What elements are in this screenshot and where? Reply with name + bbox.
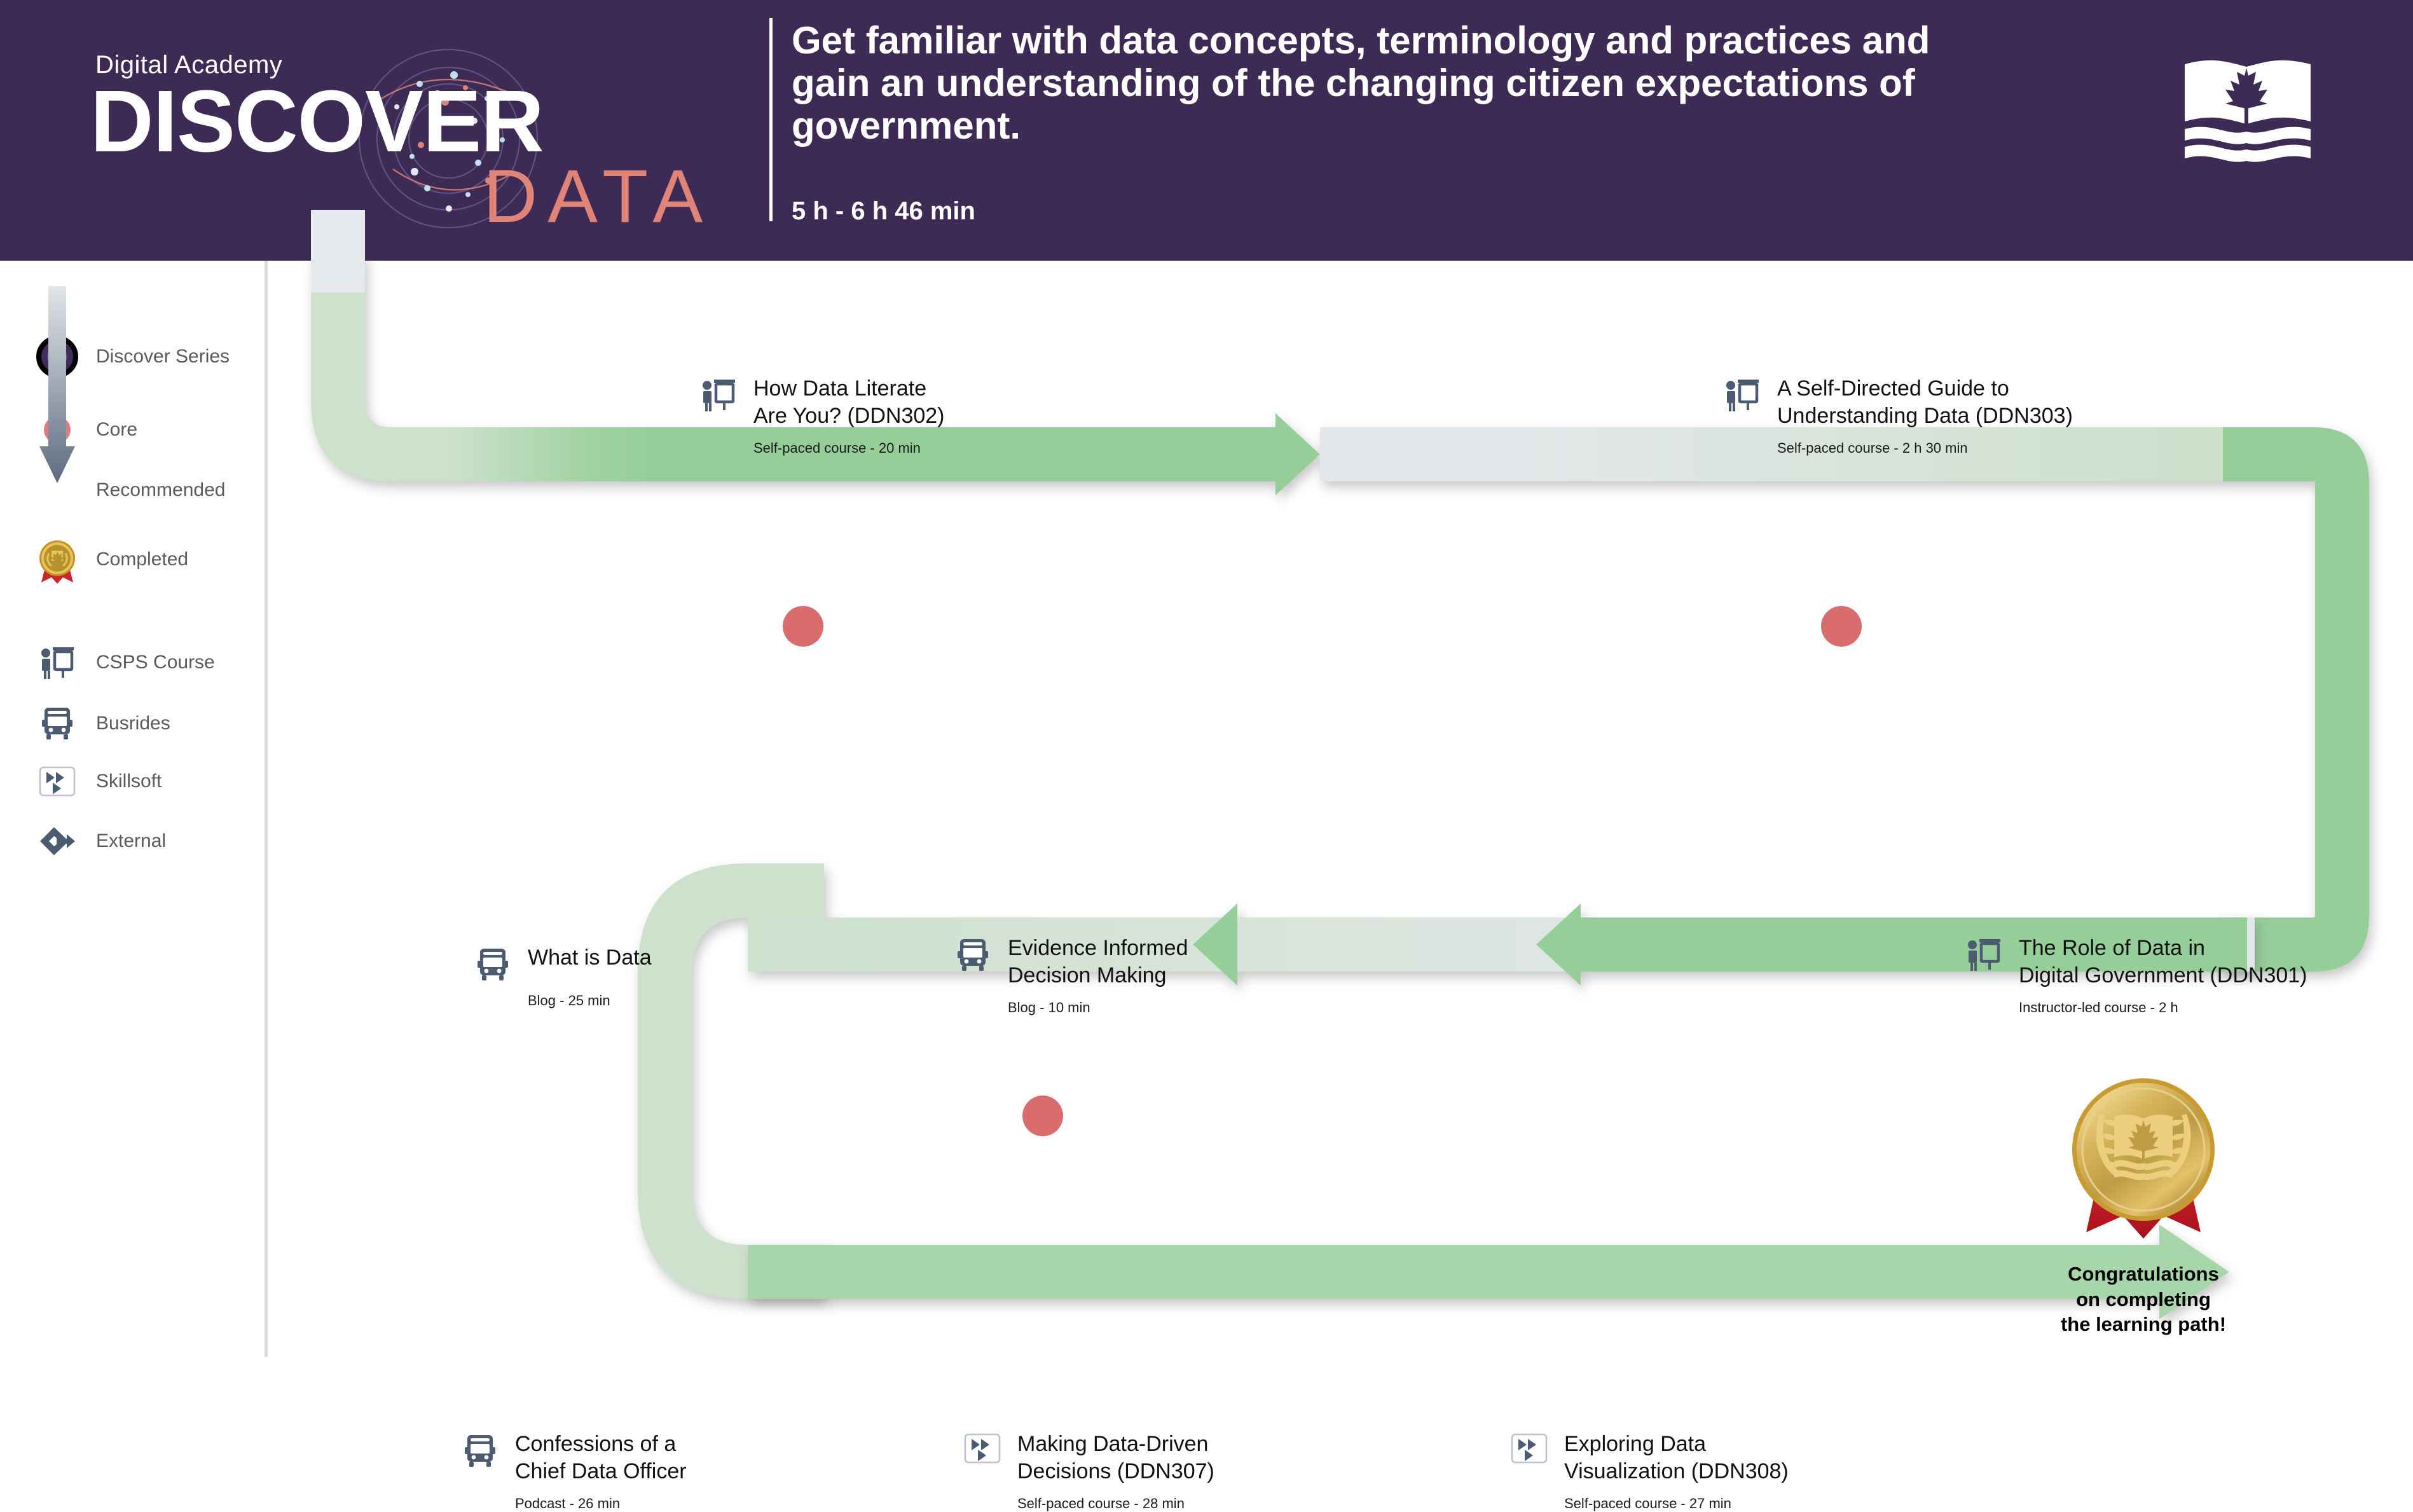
legend-flow-arrow-icon (39, 286, 75, 483)
course-meta: Self-paced course - 20 min (753, 439, 921, 456)
csps-course-icon (32, 645, 82, 680)
course-title: Exploring Data Visualization (DDN308) (1564, 1432, 1789, 1483)
course-node-ddn307[interactable]: Making Data-Driven Decisions (DDN307) Se… (958, 1431, 1365, 1512)
bus-icon (948, 935, 998, 973)
course-node-ddn302[interactable]: How Data Literate Are You? (DDN302) Self… (694, 375, 1177, 457)
course-meta: Blog - 25 min (528, 993, 610, 1008)
marker-core-ddn302[interactable] (783, 606, 823, 647)
bus-icon (32, 706, 82, 741)
legend-item-completed: Completed (32, 534, 188, 585)
csps-logo-icon (2185, 60, 2311, 162)
legend-label: Discover Series (96, 345, 230, 367)
course-title: How Data Literate Are You? (DDN302) (753, 376, 945, 428)
completion-caption: Congratulations on completing the learni… (2060, 1263, 2227, 1336)
course-title: The Role of Data in Digital Government (… (2019, 936, 2307, 987)
learning-path-map: How Data Literate Are You? (DDN302) Self… (265, 261, 2413, 1511)
legend-item-skillsoft: Skillsoft (32, 766, 162, 797)
course-node-what-is-data[interactable]: What is Data Blog - 25 min (468, 944, 824, 1009)
csps-course-icon (1959, 935, 2009, 972)
discover-data-logo: Digital Academy DISCOVER DATA (89, 38, 750, 242)
course-title: Evidence Informed Decision Making (1008, 936, 1188, 987)
marker-recommended-what-is-data[interactable] (519, 1102, 547, 1130)
duration-label: 5 h - 6 h 46 min (792, 197, 975, 225)
legend-item-busrides: Busrides (32, 706, 170, 741)
marker-core-ddn303[interactable] (1821, 606, 1862, 647)
legend-label: Completed (96, 548, 189, 570)
course-node-ddn303[interactable]: A Self-Directed Guide to Understanding D… (1717, 375, 2353, 457)
legend-label: Busrides (96, 712, 170, 734)
legend-label: CSPS Course (96, 651, 215, 673)
legend-label: Recommended (96, 479, 226, 500)
page-title: Get familiar with data concepts, termino… (792, 19, 1930, 148)
completed-medal-icon (32, 534, 82, 585)
course-meta: Self-paced course - 2 h 30 min (1777, 439, 1968, 456)
course-meta: Self-paced course - 28 min (1017, 1495, 1185, 1511)
course-meta: Podcast - 26 min (515, 1495, 621, 1511)
csps-course-icon (1717, 375, 1767, 412)
legend-label: Skillsoft (96, 770, 162, 792)
legend-label: Core (96, 418, 138, 440)
course-meta: Instructor-led course - 2 h (2019, 999, 2178, 1015)
course-meta: Self-paced course - 27 min (1564, 1495, 1731, 1511)
logo-wordmark-data: DATA (483, 155, 713, 238)
legend-item-external: External (32, 827, 166, 856)
external-link-icon (32, 827, 82, 856)
path-entry-stem (311, 210, 365, 292)
bus-icon (455, 1431, 505, 1469)
course-node-evidence-informed[interactable]: Evidence Informed Decision Making Blog -… (948, 935, 1342, 1016)
gold-medal-ribbon-icon (2072, 1078, 2215, 1239)
legend-sidebar: Discover Series Core Recommended Complet… (0, 261, 268, 1357)
marker-core-evidence-informed[interactable] (1022, 1096, 1063, 1136)
course-node-confessions[interactable]: Confessions of a Chief Data Officer Podc… (455, 1431, 837, 1512)
legend-item-csps-course: CSPS Course (32, 645, 215, 680)
legend-label: External (96, 830, 167, 851)
course-title: Making Data-Driven Decisions (DDN307) (1017, 1432, 1214, 1483)
skillsoft-play-icon (958, 1431, 1007, 1464)
skillsoft-play-icon (32, 766, 82, 797)
course-meta: Blog - 10 min (1008, 999, 1090, 1015)
logo-wordmark-discover: DISCOVER (90, 72, 544, 170)
skillsoft-play-icon (1504, 1431, 1554, 1464)
course-title: A Self-Directed Guide to Understanding D… (1777, 376, 2073, 428)
csps-course-icon (694, 375, 743, 412)
course-node-ddn308[interactable]: Exploring Data Visualization (DDN308) Se… (1504, 1431, 1911, 1512)
header-divider-rule (769, 18, 773, 221)
completion-badge: Congratulations on completing the learni… (2010, 1068, 2277, 1337)
course-title: What is Data (528, 945, 652, 970)
bus-icon (468, 944, 518, 982)
course-title: Confessions of a Chief Data Officer (515, 1432, 687, 1483)
course-node-ddn301[interactable]: The Role of Data in Digital Government (… (1959, 935, 2404, 1016)
